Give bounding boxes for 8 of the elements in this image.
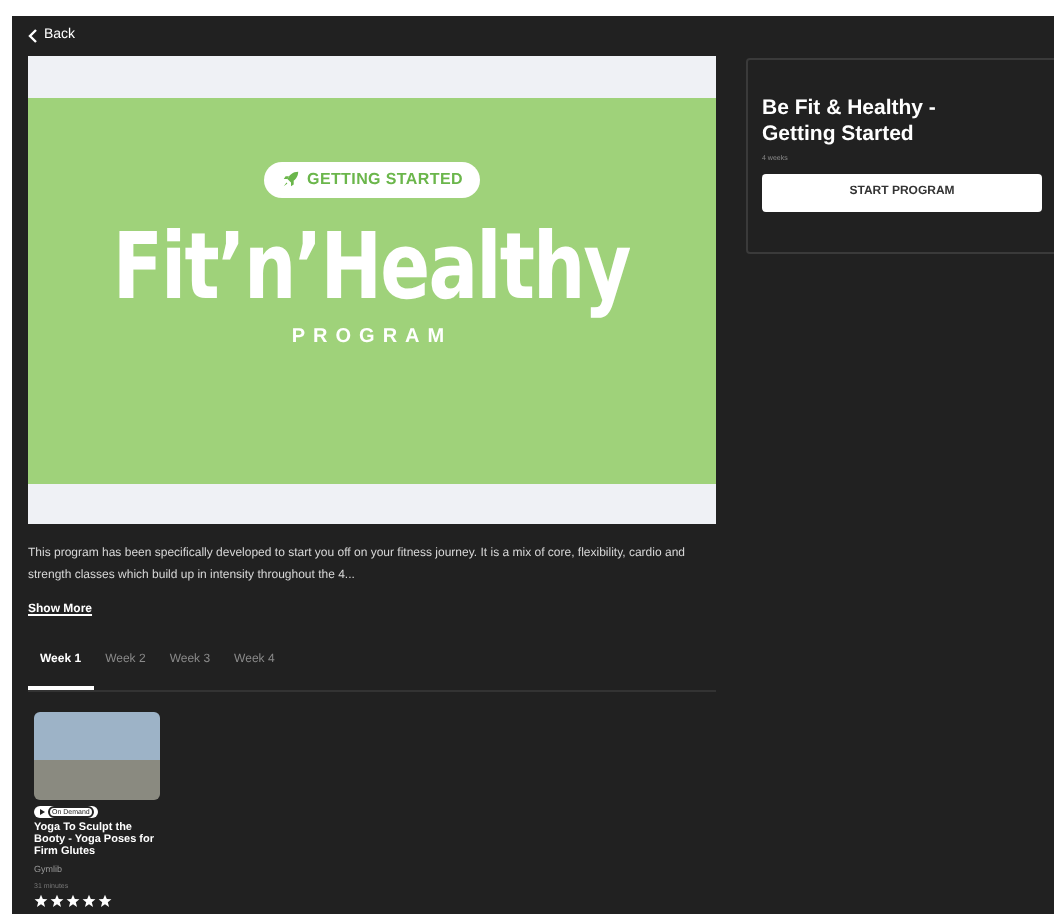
hero-subtitle: PROGRAM	[291, 323, 453, 351]
rocket-icon	[281, 170, 300, 188]
program-badge: GETTING STARTED	[263, 161, 481, 197]
chevron-left-icon	[28, 28, 38, 44]
hero-title: Fit’n’Healthy	[113, 217, 631, 313]
photo-placeholder	[34, 712, 160, 800]
program-title: Be Fit & Healthy - Getting Started	[762, 96, 938, 148]
play-icon	[38, 808, 46, 816]
